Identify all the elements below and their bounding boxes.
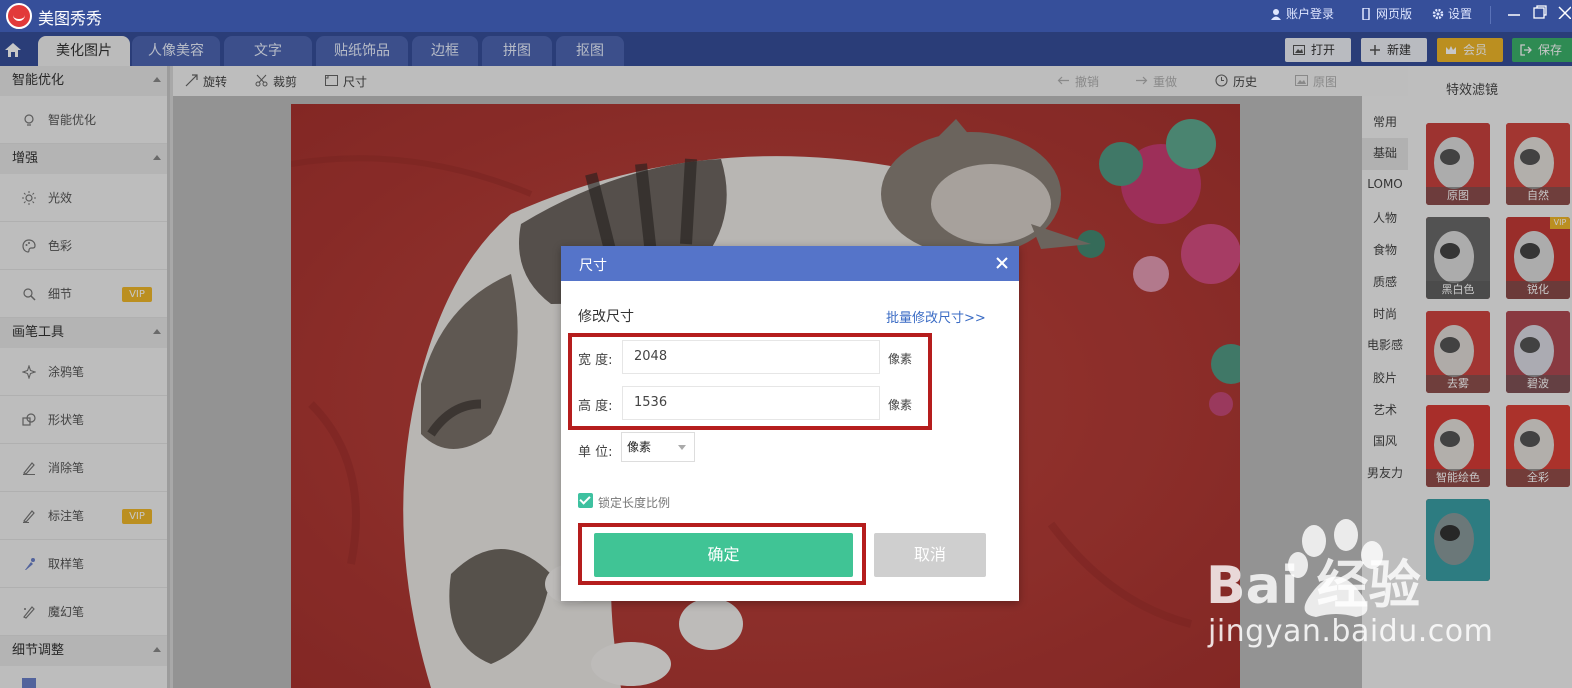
unit-select[interactable]: 像素 [621, 432, 695, 462]
account-login-label: 账户登录 [1286, 7, 1335, 21]
dialog-title: 尺寸 [579, 258, 607, 274]
app-title: 美图秀秀 [38, 9, 103, 28]
width-unit: 像素 [888, 352, 913, 366]
gear-icon [1432, 8, 1444, 19]
confirm-button[interactable]: 确定 [594, 533, 853, 577]
dialog-subtitle: 修改尺寸 [578, 309, 634, 325]
maximize-button[interactable] [1530, 4, 1550, 23]
dialog-close-icon[interactable] [991, 252, 1013, 274]
close-icon [1558, 6, 1572, 20]
maximize-icon [1533, 5, 1547, 19]
chevron-down-icon [678, 445, 686, 450]
app-logo-icon [6, 3, 32, 29]
minimize-button[interactable] [1504, 4, 1524, 23]
dialog-header: 尺寸 [561, 246, 1019, 281]
batch-resize-link[interactable]: 批量修改尺寸>> [886, 307, 986, 326]
web-version-button[interactable]: 网页版 [1360, 5, 1412, 22]
height-unit: 像素 [888, 398, 913, 412]
height-input[interactable]: 1536 [622, 386, 880, 420]
settings-button[interactable]: 设置 [1432, 5, 1472, 22]
lock-ratio-label[interactable]: 锁定长度比例 [598, 494, 670, 511]
title-divider [1490, 6, 1491, 24]
baidu-watermark-url: jingyan.baidu.com [1208, 614, 1494, 649]
web-version-label: 网页版 [1376, 7, 1413, 21]
account-login-button[interactable]: 账户登录 [1270, 5, 1334, 22]
baidu-watermark-wordmark: Bai 经验 [1206, 556, 1421, 616]
settings-label: 设置 [1448, 7, 1473, 21]
cancel-button[interactable]: 取消 [874, 533, 986, 577]
unit-label: 单 位: [578, 445, 613, 460]
minimize-icon [1508, 14, 1520, 16]
phone-icon [1362, 7, 1370, 20]
title-bar: 美图秀秀 账户登录 网页版 设置 [0, 0, 1572, 32]
user-icon [1271, 8, 1281, 20]
close-window-button[interactable] [1554, 4, 1572, 23]
width-label: 宽 度: [578, 353, 613, 368]
unit-select-value: 像素 [627, 440, 652, 454]
width-input[interactable]: 2048 [622, 340, 880, 374]
lock-ratio-checkbox[interactable] [578, 493, 593, 508]
height-label: 高 度: [578, 399, 613, 414]
